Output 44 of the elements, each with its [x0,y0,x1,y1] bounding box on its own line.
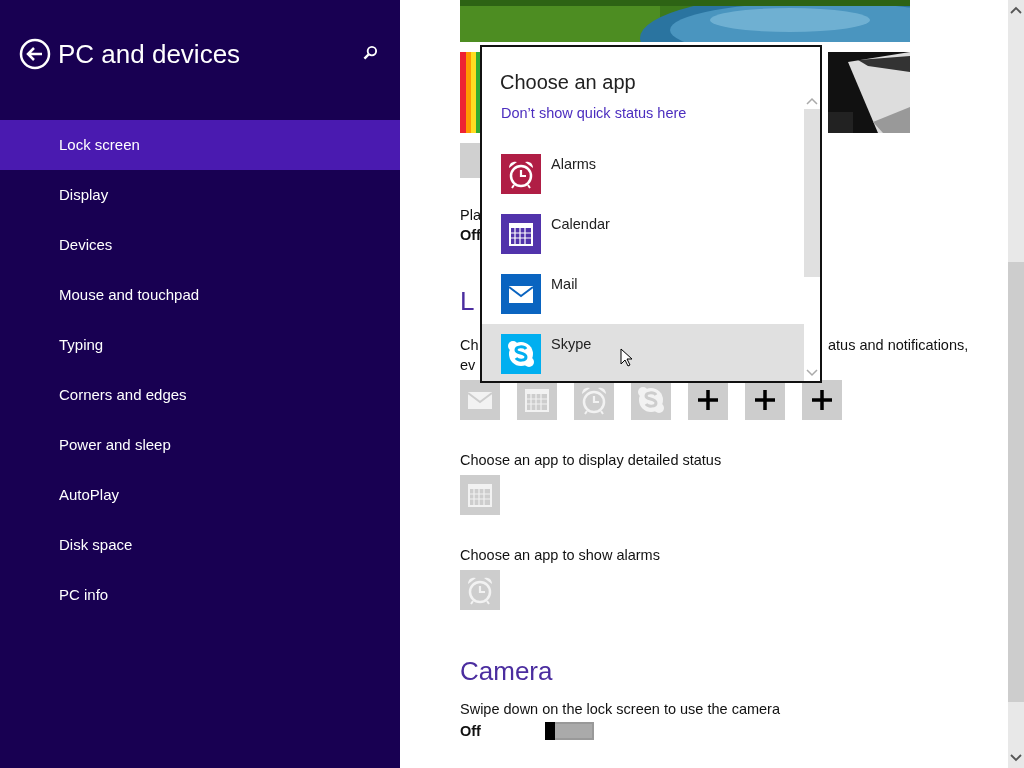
nav-item[interactable]: AutoPlay [0,470,400,520]
skype-icon[interactable] [631,380,671,420]
scroll-thumb[interactable] [804,109,820,277]
app-list-item[interactable]: Calendar [482,204,804,264]
plus-icon[interactable] [802,380,842,420]
scroll-thumb[interactable] [1008,262,1024,702]
toggle-state: Off [460,722,482,741]
app-list-item[interactable]: Skype [482,324,804,381]
scroll-up-icon[interactable] [1010,6,1022,14]
section-heading: L [460,285,475,317]
description-text: atus and notifications, [828,336,969,355]
envelope-icon[interactable] [460,380,500,420]
sidebar-title: PC and devices [58,38,241,71]
toggle-switch[interactable] [545,722,594,740]
link[interactable]: Don’t show quick status here [501,103,687,123]
nav-item[interactable]: Display [0,170,400,220]
nav-item[interactable]: Corners and edges [0,370,400,420]
nav-item[interactable]: PC info [0,570,400,620]
description-text: ev [460,356,476,375]
section-heading: Camera [460,655,553,687]
search-icon[interactable] [363,45,378,60]
nav-item[interactable]: Mouse and touchpad [0,270,400,320]
app-list-item[interactable]: Mail [482,264,804,324]
setting-label: Swipe down on the lock screen to use the camera [460,700,780,719]
calendar-icon[interactable] [517,380,557,420]
setting-label: Choose an app to show alarms [460,546,660,565]
app-list-item[interactable]: Alarms [482,144,804,204]
popup-title: Choose an app [500,70,637,95]
description-text: Ch [460,336,479,355]
nav-item[interactable]: Disk space [0,520,400,570]
scroll-down-icon[interactable] [1010,754,1022,762]
nav-item[interactable]: Lock screen [0,120,400,170]
setting-label: Pla [460,206,481,225]
alarm-clock-icon[interactable] [574,380,614,420]
plus-icon[interactable] [745,380,785,420]
nav-item[interactable]: Typing [0,320,400,370]
mouse-pointer-icon [620,348,632,367]
scrollbar[interactable] [1008,0,1024,768]
setting-value: Off [460,226,481,245]
plus-icon[interactable] [688,380,728,420]
nav-item[interactable]: Devices [0,220,400,270]
nav-item[interactable]: Power and sleep [0,420,400,470]
setting-label: Choose an app to display detailed status [460,451,722,470]
back-icon[interactable] [19,38,51,70]
